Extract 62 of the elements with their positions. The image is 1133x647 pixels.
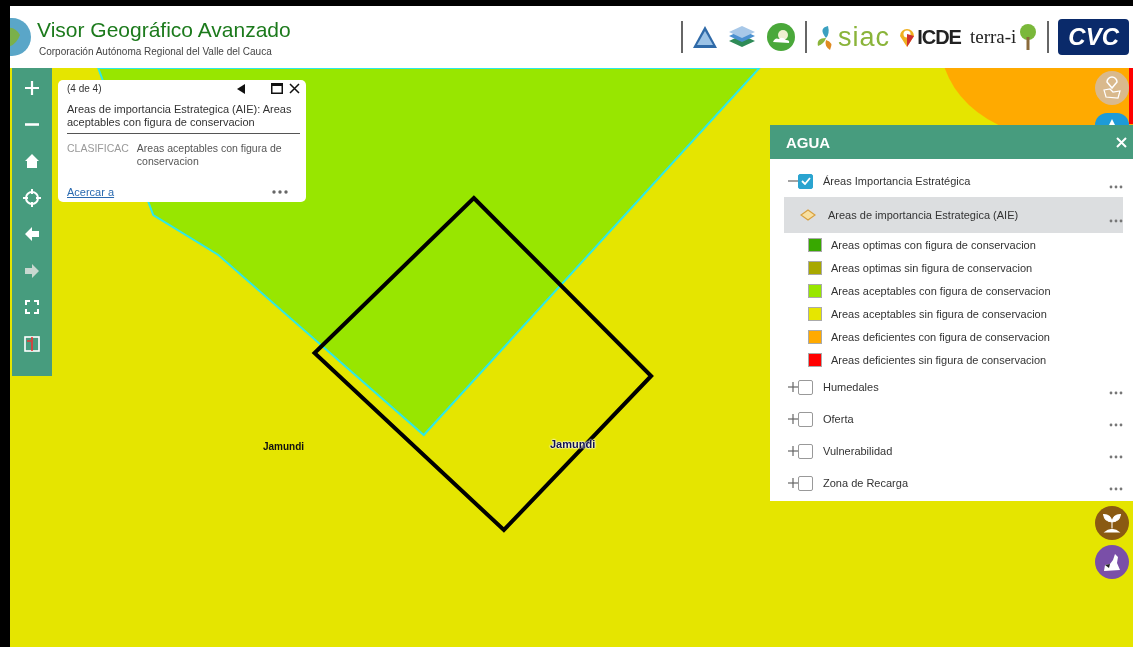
close-icon[interactable]	[289, 83, 300, 94]
sublayer-row[interactable]: Areas de importancia Estrategica (AIE)	[784, 197, 1123, 233]
more-icon[interactable]	[1109, 391, 1123, 395]
map-place-label: Jamundi	[263, 441, 305, 452]
app-title: Visor Geográfico Avanzado	[37, 17, 291, 43]
legend-label: Areas deficientes con figura de conservacion	[831, 330, 1050, 343]
expand-icon[interactable]	[788, 414, 798, 424]
layer-name[interactable]: Humedales	[823, 381, 879, 393]
more-icon[interactable]	[1109, 455, 1123, 459]
weather-logo-icon[interactable]	[766, 22, 797, 52]
legend-label: Areas optimas sin figura de conservacion	[831, 261, 1033, 274]
layer-name[interactable]: Áreas Importancia Estratégica	[823, 175, 971, 187]
expand-icon[interactable]	[788, 382, 798, 392]
more-icon[interactable]	[1109, 185, 1123, 189]
expand-icon[interactable]	[788, 446, 798, 456]
more-icon[interactable]	[1109, 219, 1123, 223]
legend-label: Areas aceptables con figura de conservacion	[831, 284, 1051, 297]
sublayer-name: Areas de importancia Estrategica (AIE)	[828, 209, 1019, 221]
map-pin-icon	[1101, 76, 1123, 100]
layer-name[interactable]: Oferta	[823, 413, 854, 425]
plant-icon	[1103, 513, 1121, 533]
mountain-logo-icon[interactable]	[692, 24, 719, 50]
layer-checkbox[interactable]	[798, 173, 813, 189]
attribute-name: CLASIFICAC	[67, 142, 129, 156]
attribute-value: Areas aceptables con figura de conservacion	[136, 142, 283, 168]
feature-counter: (4 de 4)	[67, 83, 102, 94]
panel-title: AGUA	[786, 133, 831, 151]
expand-icon[interactable]	[788, 478, 798, 488]
fullscreen-icon	[25, 300, 39, 315]
layer-checkbox[interactable]	[798, 475, 813, 491]
cvc-logo: CVC	[1058, 19, 1129, 55]
more-icon[interactable]	[1109, 487, 1123, 491]
split-view-icon	[24, 335, 40, 352]
layer-checkbox[interactable]	[798, 443, 813, 459]
more-icon[interactable]	[272, 190, 288, 194]
more-icon[interactable]	[1109, 423, 1123, 427]
map-pin-logo-icon	[899, 26, 916, 48]
siac-logo-text: siac	[838, 23, 891, 51]
minus-icon	[25, 123, 39, 127]
region-map-icon	[1101, 551, 1123, 573]
globe-logo-icon	[10, 17, 32, 57]
popup-title: Areas de importancia Estrategica (AIE): Areas aceptables con figura de conservacion	[67, 103, 300, 134]
right-arrow-icon	[24, 262, 40, 279]
left-arrow-icon	[24, 226, 40, 243]
layer-checkbox[interactable]	[798, 379, 813, 395]
app-subtitle: Corporación Autónoma Regional del Valle del Cauca	[39, 46, 273, 57]
plus-icon	[24, 80, 40, 97]
layer-checkbox[interactable]	[798, 411, 813, 427]
legend-label: Areas aceptables sin figura de conservacion	[831, 307, 1047, 320]
legend-label: Areas deficientes sin figura de conservacion	[831, 353, 1047, 366]
maximize-icon[interactable]	[271, 83, 283, 94]
zoom-to-link[interactable]: Acercar a	[67, 186, 115, 198]
layer-name[interactable]: Zona de Recarga	[823, 477, 908, 489]
icde-logo-text: ICDE	[917, 25, 961, 49]
tree-logo-icon	[1018, 23, 1039, 51]
previous-icon[interactable]	[237, 83, 245, 94]
diamond-icon	[800, 209, 816, 221]
legend-label: Areas optimas con figura de conservacion	[831, 238, 1036, 251]
layer-name[interactable]: Vulnerabilidad	[823, 445, 893, 457]
terra-logo-text: terra-i	[969, 26, 1017, 48]
home-icon	[24, 153, 40, 170]
crosshair-icon	[23, 188, 41, 207]
